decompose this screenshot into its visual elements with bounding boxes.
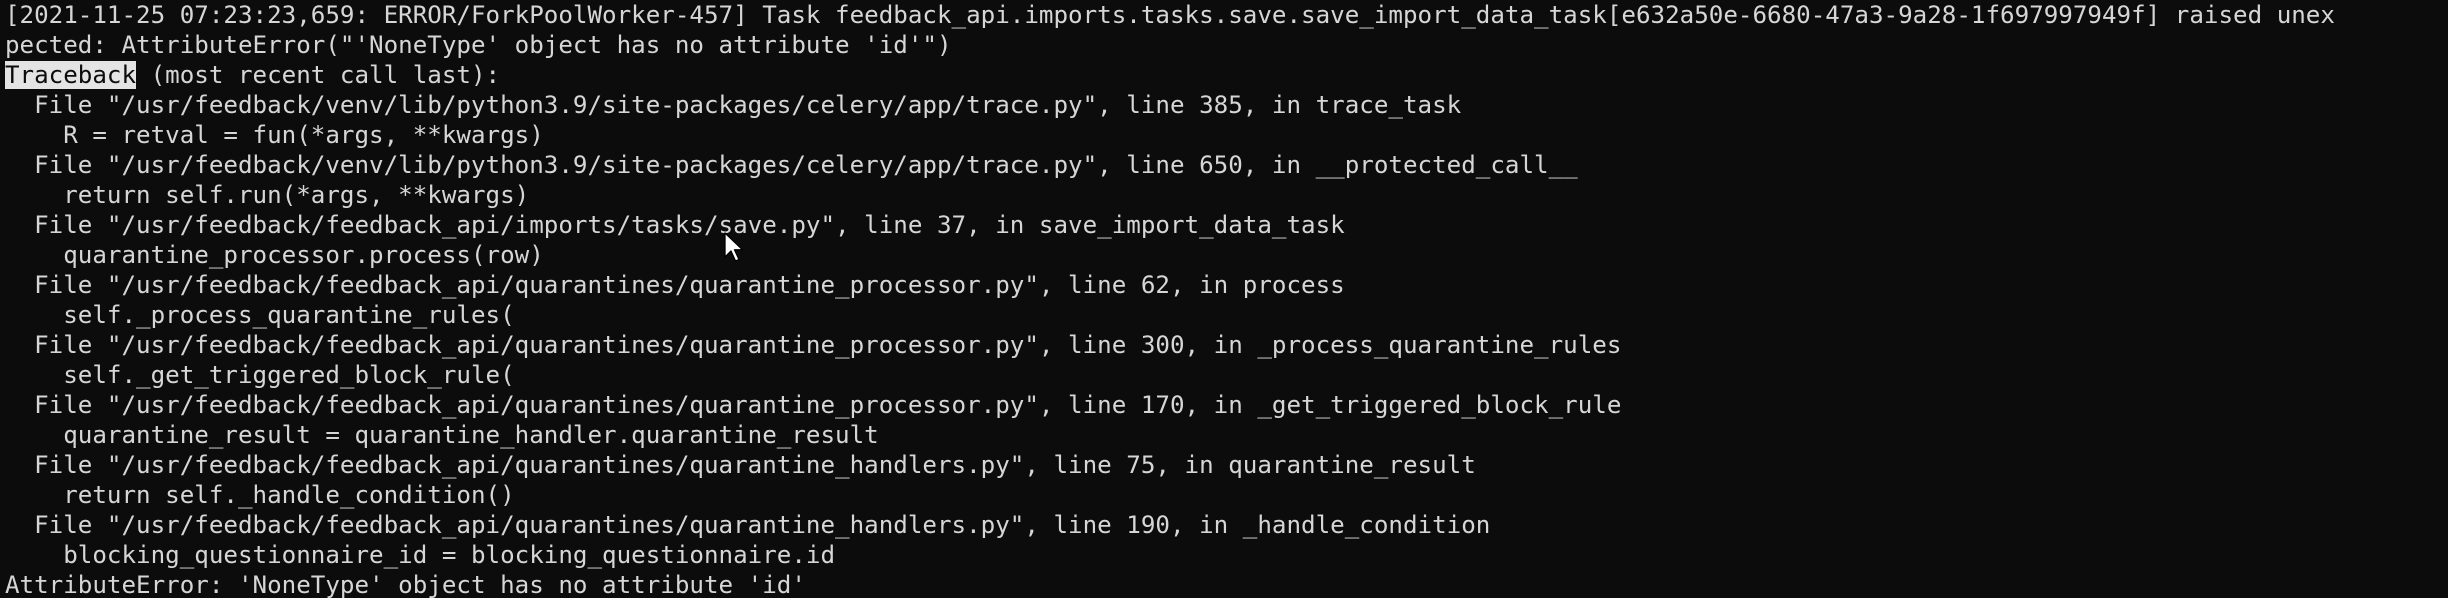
trace-code-line: blocking_questionnaire_id = blocking_que… [5,541,836,569]
selected-text: Traceback [5,61,137,89]
trace-code-line: quarantine_processor.process(row) [5,241,544,269]
trace-file-line: File "/usr/feedback/feedback_api/quarant… [5,511,1491,539]
trace-file-line: File "/usr/feedback/venv/lib/python3.9/s… [5,91,1462,119]
trace-file-line: File "/usr/feedback/feedback_api/quarant… [5,331,1622,359]
trace-code-line: self._get_triggered_block_rule( [5,361,515,389]
trace-code-line: self._process_quarantine_rules( [5,301,515,329]
traceback-heading: Traceback (most recent call last): [5,60,500,90]
trace-file-line: File "/usr/feedback/feedback_api/quarant… [5,391,1622,419]
trace-file-line: File "/usr/feedback/feedback_api/quarant… [5,451,1476,479]
log-error-header-continuation: pected: AttributeError("'NoneType' objec… [5,31,952,59]
trace-file-line: File "/usr/feedback/feedback_api/imports… [5,211,1345,239]
trace-code-line: quarantine_result = quarantine_handler.q… [5,421,879,449]
terminal-window[interactable]: [2021-11-25 07:23:23,659: ERROR/ForkPool… [0,0,2448,598]
trace-file-line: File "/usr/feedback/feedback_api/quarant… [5,271,1345,299]
trace-file-line: File "/usr/feedback/venv/lib/python3.9/s… [5,151,1578,179]
mouse-pointer-icon [724,232,744,262]
trace-code-line: R = retval = fun(*args, **kwargs) [5,121,544,149]
log-error-header-line: [2021-11-25 07:23:23,659: ERROR/ForkPool… [5,1,2335,29]
trace-code-line: return self._handle_condition() [5,481,515,509]
traceback-heading-rest: (most recent call last): [136,61,501,89]
trace-code-line: return self.run(*args, **kwargs) [5,181,530,209]
exception-message-line: AttributeError: 'NoneType' object has no… [5,571,806,598]
